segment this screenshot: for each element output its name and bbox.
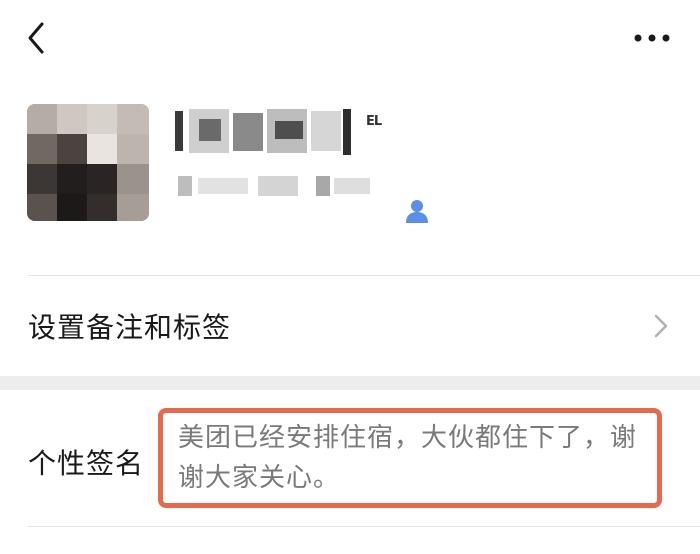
section-gap xyxy=(0,376,700,390)
chevron-left-icon xyxy=(28,22,44,54)
more-button[interactable] xyxy=(628,22,676,54)
divider xyxy=(28,526,700,527)
signature-label: 个性签名 xyxy=(28,447,145,480)
top-bar xyxy=(0,0,700,80)
name-blurred xyxy=(175,105,355,159)
blurred-id-image xyxy=(178,176,370,196)
contact-badge xyxy=(403,197,431,225)
profile-header: EL xyxy=(0,80,700,275)
person-icon xyxy=(406,200,428,223)
set-remark-and-tags-row[interactable]: 设置备注和标签 xyxy=(0,276,700,376)
set-remark-label: 设置备注和标签 xyxy=(28,311,232,344)
wechat-id-blurred xyxy=(178,172,373,200)
signature-text: 美团已经安排住宿，大伙都住下了，谢谢大家关心。 xyxy=(178,423,638,493)
signature-row: 个性签名 美团已经安排住宿，大伙都住下了，谢谢大家关心。 xyxy=(0,390,700,554)
blurred-name-image xyxy=(175,109,351,155)
back-button[interactable] xyxy=(18,18,58,58)
avatar[interactable] xyxy=(27,104,149,221)
avatar-pixelated-image xyxy=(27,104,149,221)
more-dots-icon xyxy=(634,34,670,42)
chevron-right-icon xyxy=(650,312,672,340)
name-suffix: EL xyxy=(366,114,382,129)
